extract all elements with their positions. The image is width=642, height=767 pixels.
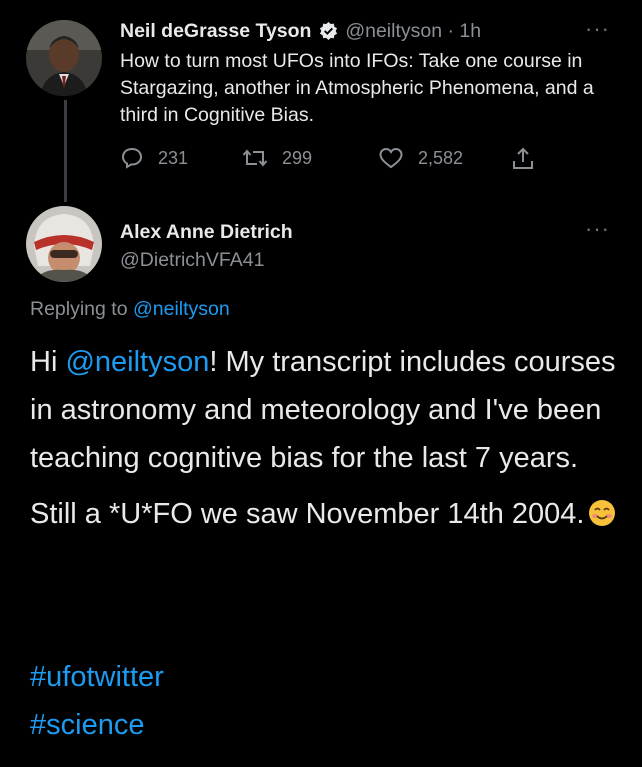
verified-badge-icon (319, 21, 338, 46)
tweet1-header: Neil deGrasse Tyson @neiltyson · 1h (120, 19, 481, 46)
replying-to-line: Replying to @neiltyson (30, 296, 230, 322)
retweet-button[interactable]: 299 (242, 146, 312, 170)
author-handle[interactable]: @neiltyson (345, 20, 442, 42)
like-count: 2,582 (418, 147, 464, 168)
replying-prefix: Replying to (30, 298, 128, 320)
tweet2-text: Hi @neiltyson! My transcript includes co… (30, 338, 630, 538)
avatar-neil-tyson[interactable] (26, 20, 102, 96)
reply-icon (121, 147, 143, 169)
retweet-count: 299 (282, 147, 313, 168)
share-icon (513, 147, 533, 169)
paragraph2-text: Still a *U*FO we saw November 14th 2004. (30, 498, 585, 530)
avatar-alex-dietrich[interactable] (26, 206, 102, 282)
like-button[interactable]: 2,582 (378, 146, 463, 170)
retweet-icon (242, 149, 268, 167)
reply-button[interactable]: 231 (120, 146, 188, 170)
more-icon[interactable]: ··· (585, 218, 610, 240)
tweet2-paragraph2: Still a *U*FO we saw November 14th 2004. (30, 490, 630, 538)
hashtag-science[interactable]: #science (30, 701, 164, 749)
thread-connector-line (64, 100, 67, 202)
separator-dot: · (447, 20, 455, 42)
replying-to-handle[interactable]: @neiltyson (133, 298, 230, 320)
smiling-emoji-icon (588, 494, 616, 526)
tweet2-author-name[interactable]: Alex Anne Dietrich (120, 220, 293, 244)
hashtags: #ufotwitter #science (30, 653, 164, 749)
tweet2-author-handle[interactable]: @DietrichVFA41 (120, 248, 264, 272)
reply-count: 231 (158, 147, 189, 168)
tweet2-paragraph1: Hi @neiltyson! My transcript includes co… (30, 338, 630, 482)
author-name[interactable]: Alex Anne Dietrich (120, 221, 293, 243)
tweet-time[interactable]: 1h (459, 20, 481, 42)
hashtag-ufotwitter[interactable]: #ufotwitter (30, 653, 164, 701)
author-name[interactable]: Neil deGrasse Tyson (120, 20, 311, 42)
share-button[interactable] (511, 146, 535, 172)
tweet1-actions: 231 299 2,582 (120, 146, 560, 172)
mention-link[interactable]: @neiltyson (65, 346, 209, 378)
greeting: Hi (30, 346, 58, 378)
like-icon (379, 147, 403, 169)
tweet1-text: How to turn most UFOs into IFOs: Take on… (120, 50, 594, 126)
more-icon[interactable]: ··· (585, 18, 610, 40)
